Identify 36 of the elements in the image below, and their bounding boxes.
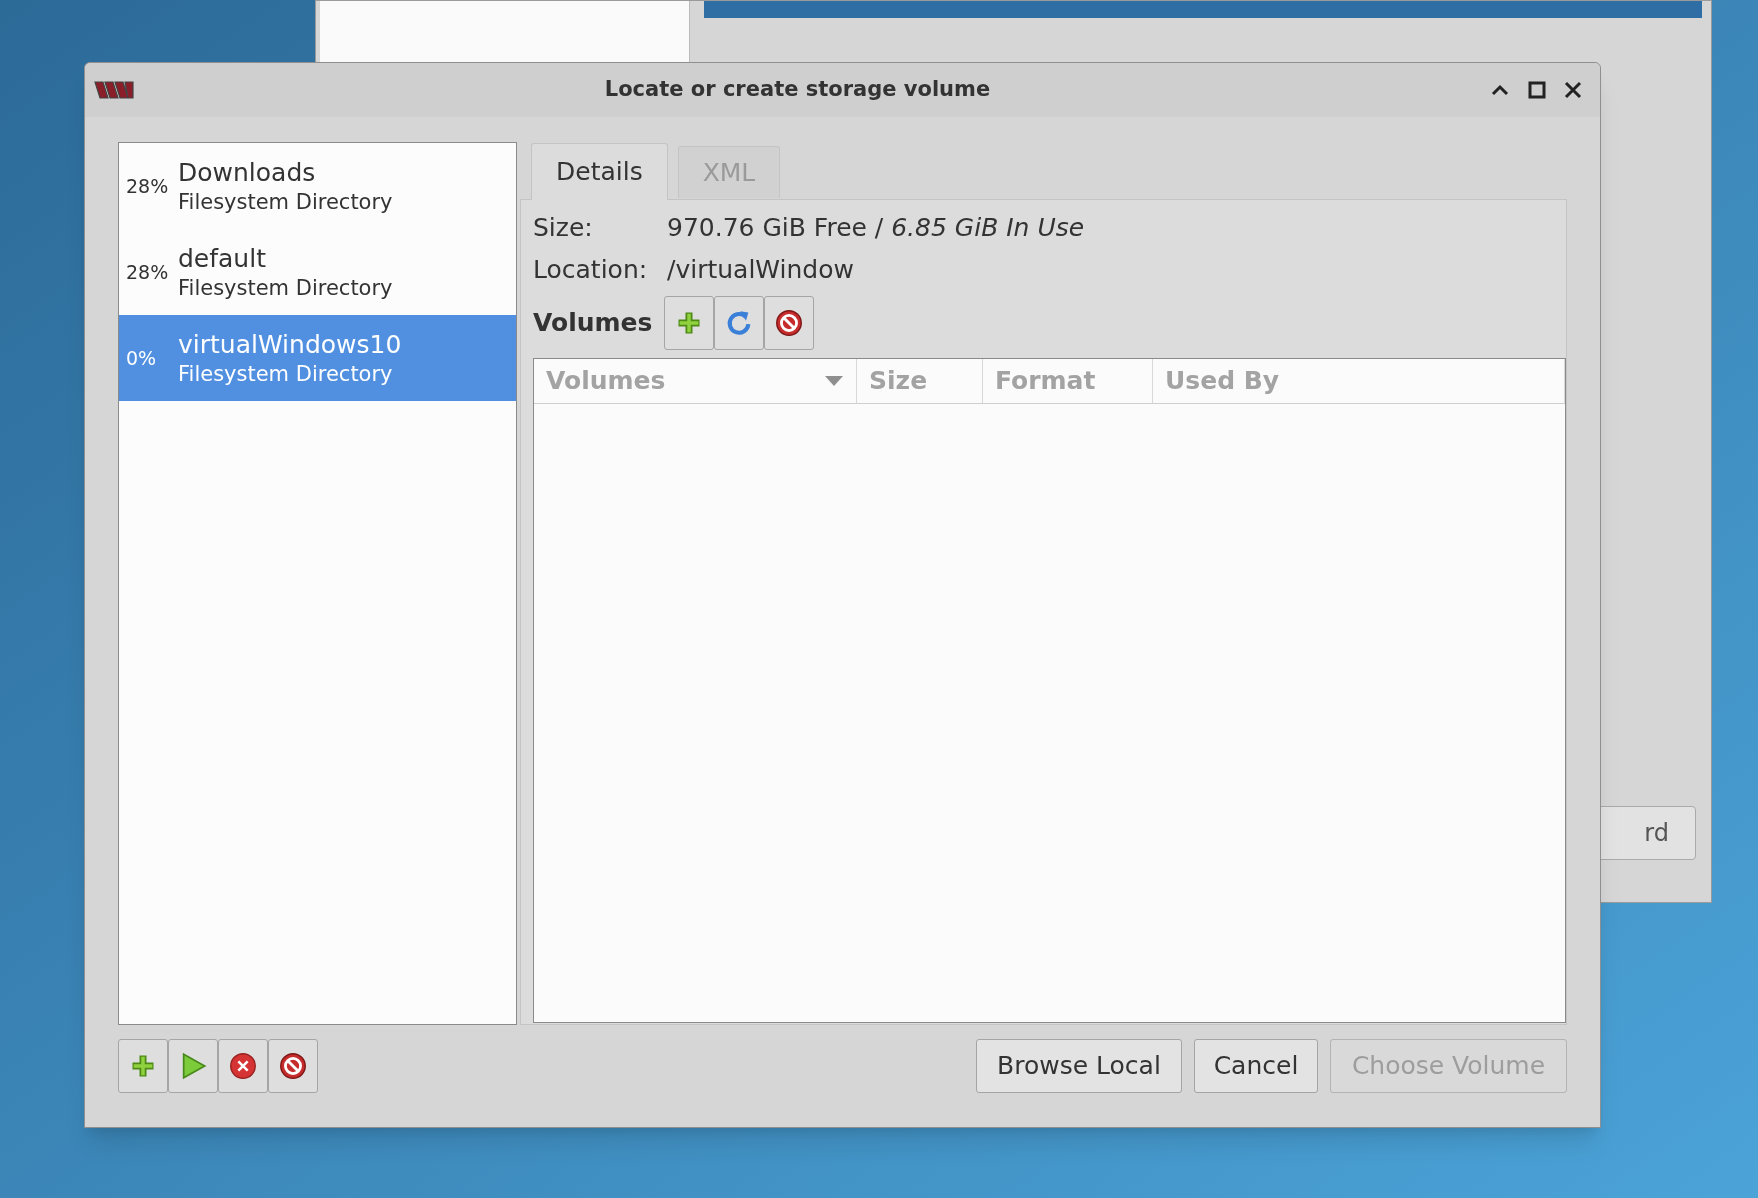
app-logo-icon: [93, 78, 137, 102]
size-value: 970.76 GiB Free / 6.85 GiB In Use: [667, 212, 1085, 245]
add-button[interactable]: [118, 1039, 168, 1093]
column-header[interactable]: Size: [857, 359, 983, 403]
volumes-label: Volumes: [533, 307, 653, 340]
pool-name: default: [178, 243, 267, 275]
maximize-icon[interactable]: [1528, 81, 1546, 99]
usage-percent: 0%: [126, 345, 158, 371]
location-label: Location:: [533, 254, 649, 287]
no-entry-icon: [775, 309, 804, 337]
stop-button[interactable]: [218, 1039, 268, 1093]
pool-type: Filesystem Directory: [178, 189, 393, 215]
size-label: Size:: [533, 212, 594, 245]
location-value: /virtualWindow: [667, 254, 854, 287]
no-entry-icon: [279, 1052, 307, 1080]
pool-name: virtualWindows10: [178, 329, 402, 361]
tab[interactable]: Details: [531, 143, 668, 200]
delete-button[interactable]: [268, 1039, 318, 1093]
pool-type: Filesystem Directory: [178, 275, 393, 301]
dialog-button[interactable]: Cancel: [1194, 1039, 1318, 1093]
delete-button[interactable]: [764, 296, 815, 350]
dialog-button[interactable]: Browse Local: [976, 1039, 1182, 1093]
usage-percent: 28%: [126, 173, 170, 199]
window-title: Locate or create storage volume: [603, 76, 992, 104]
column-header[interactable]: Used By: [1153, 359, 1565, 403]
start-button[interactable]: [168, 1039, 218, 1093]
pool-name: Downloads: [178, 157, 317, 189]
minimize-icon[interactable]: [1490, 83, 1510, 97]
pool-type: Filesystem Directory: [178, 361, 394, 387]
add-button[interactable]: [664, 296, 715, 350]
column-header[interactable]: Volumes: [534, 359, 857, 403]
sort-arrow-icon: [824, 375, 844, 387]
usage-percent: 28%: [126, 259, 170, 285]
column-header[interactable]: Format: [983, 359, 1153, 403]
close-icon[interactable]: [1564, 81, 1582, 99]
stop-icon: [229, 1052, 257, 1080]
